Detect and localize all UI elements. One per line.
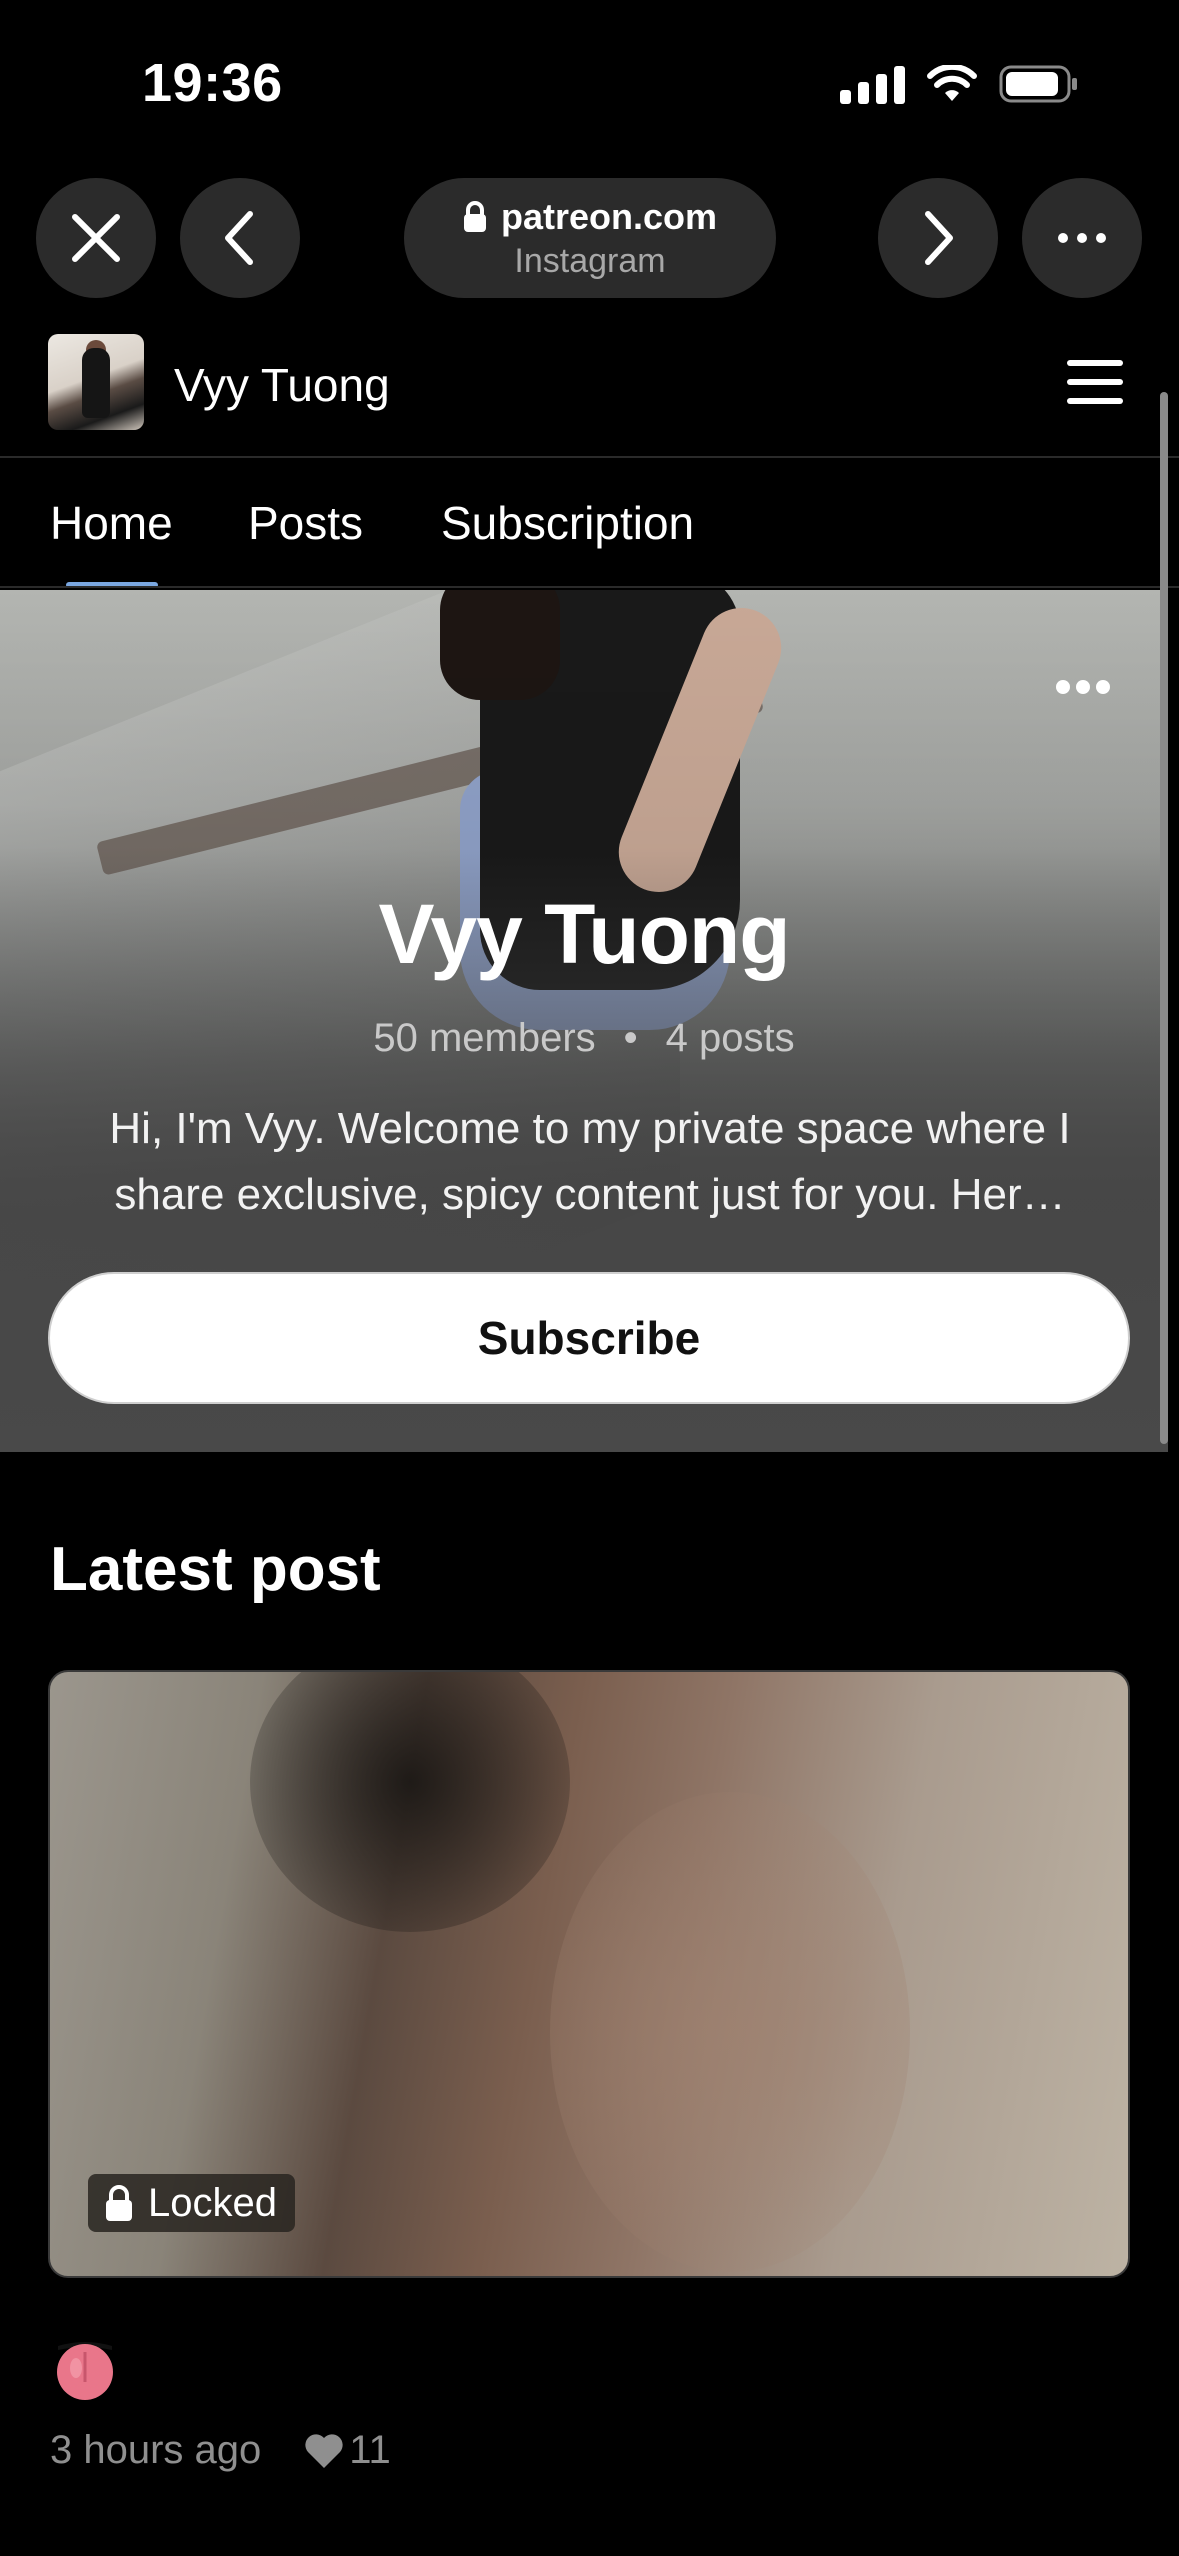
lock-icon <box>463 201 486 232</box>
more-button[interactable] <box>1022 178 1142 298</box>
back-button[interactable] <box>180 178 300 298</box>
signal-icon <box>840 64 905 104</box>
url-bar[interactable]: patreon.com Instagram <box>404 178 776 298</box>
creator-hero: Vyy Tuong 50 members • 4 posts Hi, I'm Vyy… <box>0 590 1168 1452</box>
members-count: 50 members <box>373 1016 596 1060</box>
close-button[interactable] <box>36 178 156 298</box>
avatar[interactable] <box>48 334 144 430</box>
tongue-emoji-icon <box>57 2342 113 2400</box>
status-time: 19:36 <box>142 53 283 113</box>
post-time: 3 hours ago <box>50 2428 262 2472</box>
subscribe-button[interactable]: Subscribe <box>48 1272 1130 1404</box>
creator-header: Vyy Tuong <box>0 330 1179 456</box>
hero-more-icon[interactable] <box>1056 680 1110 694</box>
creator-description[interactable]: Hi, I'm Vyy. Welcome to my private space… <box>50 1096 1130 1228</box>
locked-badge: Locked <box>88 2174 295 2232</box>
more-icon <box>1058 233 1106 243</box>
hero-stats: 50 members • 4 posts <box>0 1016 1168 1061</box>
post-meta: 3 hours ago 11 <box>50 2428 391 2473</box>
hero-title: Vyy Tuong <box>378 887 791 981</box>
locked-label: Locked <box>148 2180 277 2225</box>
like-button[interactable]: 11 <box>303 2428 391 2473</box>
heart-icon <box>305 2433 343 2468</box>
close-icon <box>72 214 120 262</box>
latest-post-card[interactable]: Locked <box>48 1670 1130 2278</box>
url-source: Instagram <box>514 242 666 280</box>
latest-post-heading: Latest post <box>50 1535 381 1604</box>
wifi-icon <box>927 65 977 101</box>
tabs-divider <box>0 586 1179 588</box>
tab-subscription[interactable]: Subscription <box>441 496 694 550</box>
like-count: 11 <box>349 2428 391 2472</box>
lock-icon <box>106 2185 132 2221</box>
tab-home[interactable]: Home <box>50 496 173 550</box>
forward-icon <box>925 211 953 265</box>
stats-separator: • <box>623 1016 638 1060</box>
tab-posts[interactable]: Posts <box>248 496 363 550</box>
status-icons <box>840 64 1079 104</box>
battery-icon <box>999 65 1077 103</box>
app-screen: 19:36 patreon.com Instagram Vyy Tuong Ho… <box>0 0 1179 2556</box>
creator-name[interactable]: Vyy Tuong <box>174 358 390 412</box>
tab-bar: Home Posts Subscription <box>0 458 1179 588</box>
back-icon <box>225 211 253 265</box>
menu-icon[interactable] <box>1067 360 1123 404</box>
posts-count: 4 posts <box>665 1016 795 1060</box>
forward-button[interactable] <box>878 178 998 298</box>
scrollbar[interactable] <box>1160 392 1168 1444</box>
url-domain: patreon.com <box>500 196 718 237</box>
